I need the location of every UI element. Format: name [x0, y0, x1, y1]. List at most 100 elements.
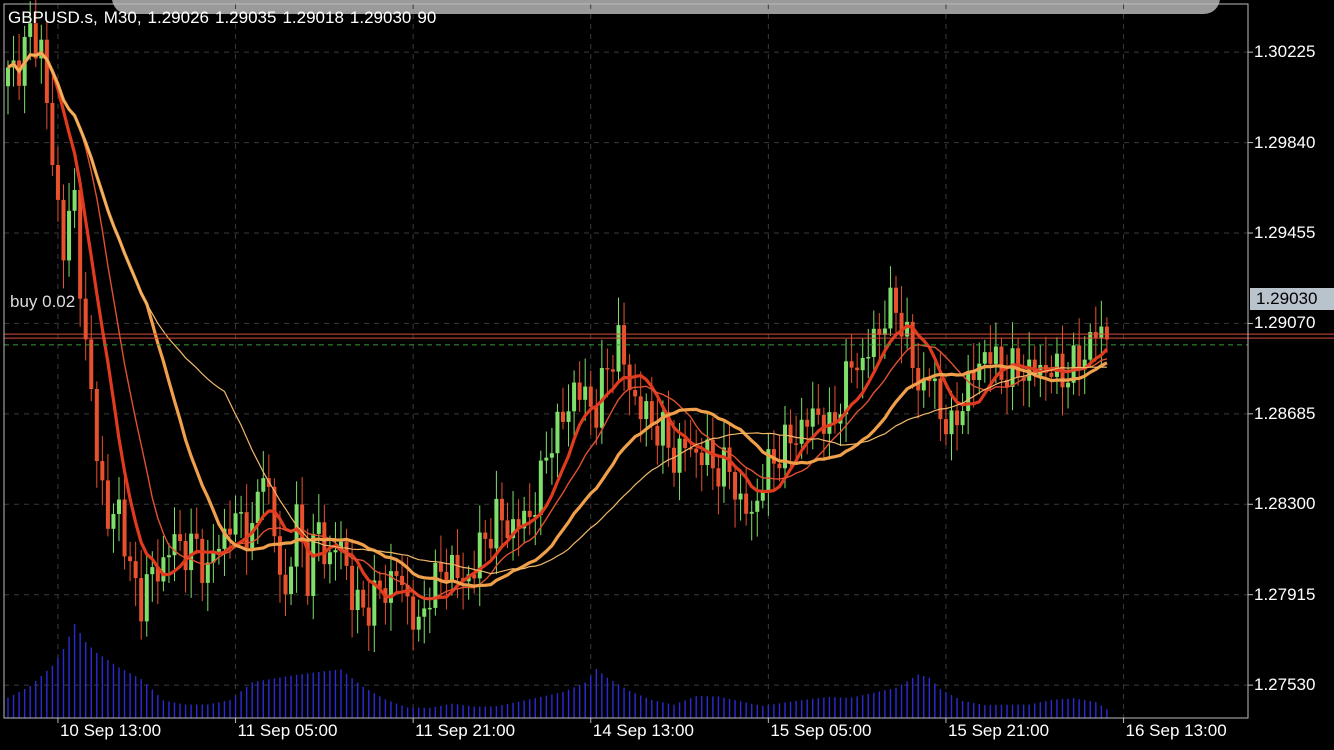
- candle-body: [672, 447, 676, 473]
- timeframe: M30,: [103, 8, 142, 27]
- price-axis-label: 1.28685: [1254, 403, 1316, 423]
- candle-body: [189, 533, 194, 571]
- candle-body: [427, 607, 432, 610]
- candle-body: [538, 460, 543, 516]
- candle-body: [932, 378, 937, 382]
- candle-body: [6, 67, 10, 87]
- time-axis-label: 11 Sep 21:00: [415, 721, 516, 740]
- candle-body: [938, 378, 943, 420]
- candle-body: [366, 607, 371, 626]
- candle-body: [283, 574, 288, 595]
- candle-body: [239, 512, 244, 514]
- volume-histogram: [7, 624, 1108, 718]
- candle-body: [993, 346, 998, 364]
- price-axis-label: 1.29070: [1254, 313, 1316, 333]
- candle-body: [50, 102, 55, 166]
- moving-average-ma_slowest: [7, 52, 1107, 575]
- candle-body: [372, 580, 377, 626]
- candle-body: [216, 548, 221, 552]
- candle-body: [255, 491, 260, 523]
- candle-body: [988, 352, 993, 364]
- candle-body: [572, 382, 577, 412]
- candle-body: [999, 346, 1004, 380]
- candle-body: [494, 498, 499, 549]
- candle-body: [871, 328, 876, 357]
- candle-body: [161, 557, 166, 582]
- candle-body: [100, 461, 105, 481]
- price-axis-label: 1.27915: [1254, 584, 1316, 604]
- candle-body: [649, 401, 654, 426]
- candle-body: [616, 325, 621, 372]
- candle-body: [289, 566, 294, 595]
- candle-body: [549, 453, 554, 458]
- candle-body: [233, 513, 238, 535]
- candle-body: [394, 571, 399, 576]
- candle-body: [205, 562, 210, 583]
- candle-body: [821, 414, 826, 434]
- candle-body: [72, 189, 77, 211]
- moving-average-ma_mid: [7, 52, 1108, 600]
- candle-body: [83, 298, 88, 340]
- candle-body: [888, 287, 893, 329]
- order-label[interactable]: buy 0.02: [10, 292, 75, 312]
- candle-body: [916, 368, 921, 391]
- time-axis-label: 16 Sep 13:00: [1125, 721, 1227, 740]
- ohlc-header: GBPUSD.s, M30, 1.29026 1.29035 1.29018 1.2903…: [8, 8, 442, 28]
- candle-body: [316, 522, 321, 534]
- candle-body: [483, 532, 488, 539]
- candle-body: [400, 575, 405, 586]
- candle-body: [78, 189, 83, 299]
- time-axis-label: 11 Sep 05:00: [237, 721, 338, 740]
- candle-body: [760, 491, 765, 501]
- candle-body: [738, 493, 743, 500]
- price-levels: [4, 333, 1334, 346]
- candle-body: [1099, 326, 1104, 338]
- candle-body: [805, 419, 810, 427]
- candle-body: [433, 562, 438, 608]
- time-axis-label: 15 Sep 05:00: [770, 721, 872, 740]
- candlestick-series: [6, 0, 1109, 653]
- candle-body: [1093, 332, 1098, 338]
- candle-body: [105, 480, 110, 529]
- candle-body: [655, 425, 660, 446]
- candle-body: [644, 401, 649, 420]
- candle-body: [982, 352, 987, 364]
- candle-body: [361, 589, 366, 608]
- candle-body: [699, 452, 704, 466]
- candle-body: [716, 468, 721, 487]
- candle-body: [588, 386, 593, 407]
- candle-body: [955, 410, 960, 426]
- candle-body: [594, 406, 599, 428]
- candle-body: [61, 199, 66, 261]
- low-value: 1.29018: [282, 8, 344, 27]
- candle-body: [960, 411, 965, 426]
- candle-body: [977, 363, 982, 381]
- candle-body: [733, 472, 738, 500]
- candle-body: [943, 419, 948, 435]
- candle-body: [117, 499, 121, 514]
- candle-body: [855, 367, 860, 371]
- candle-body: [488, 538, 493, 549]
- time-axis-label: 14 Sep 13:00: [592, 721, 694, 740]
- candle-body: [277, 536, 282, 575]
- candle-body: [1077, 345, 1082, 370]
- price-axis-label: 1.28300: [1254, 494, 1316, 514]
- candle-body: [505, 520, 510, 539]
- candle-body: [777, 463, 782, 469]
- candle-body: [499, 498, 504, 521]
- candle-body: [416, 616, 421, 630]
- price-axis-label: 1.29840: [1254, 132, 1316, 152]
- candle-body: [150, 567, 155, 575]
- price-chart[interactable]: [0, 0, 1334, 750]
- candle-body: [694, 448, 699, 453]
- candle-body: [849, 361, 854, 368]
- candle-body: [422, 608, 427, 617]
- candle-body: [1049, 372, 1054, 377]
- candle-body: [527, 510, 532, 517]
- candle-body: [1054, 353, 1059, 377]
- candle-body: [1104, 326, 1109, 340]
- candle-body: [333, 550, 338, 553]
- open-value: 1.29026: [147, 8, 209, 27]
- candle-body: [799, 419, 804, 444]
- candle-body: [139, 578, 144, 622]
